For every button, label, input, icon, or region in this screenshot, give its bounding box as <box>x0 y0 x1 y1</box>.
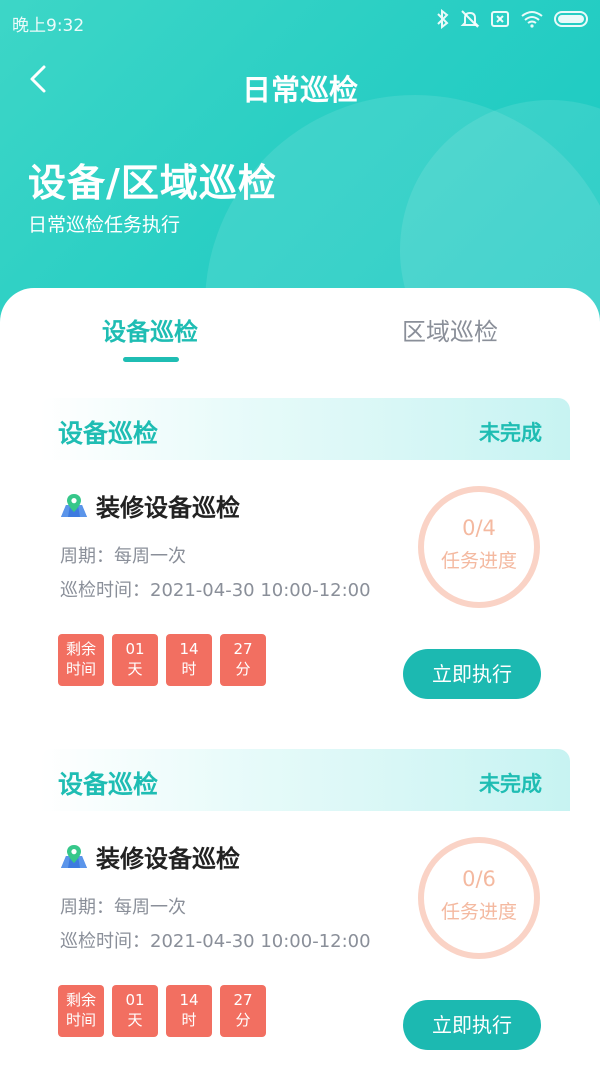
status-time: 晚上9:32 <box>12 16 85 36</box>
countdown-minutes: 27 分 <box>220 634 266 686</box>
battery-icon <box>554 11 588 27</box>
progress-ring: 0/4 任务进度 <box>418 486 540 608</box>
countdown-label: 剩余 时间 <box>58 634 104 686</box>
countdown-minutes-unit: 分 <box>235 1011 251 1029</box>
countdown-label-line1: 剩余 <box>65 991 96 1009</box>
map-pin-icon <box>61 493 87 517</box>
task-name: 装修设备巡检 <box>96 494 240 522</box>
content-panel: 设备巡检 区域巡检 设备巡检 未完成 装修设备巡检 周期：每周一次 巡检时间：2… <box>0 288 600 1067</box>
tab-bar: 设备巡检 区域巡检 <box>0 288 600 368</box>
map-pin-icon <box>61 844 87 868</box>
countdown-label: 剩余 时间 <box>58 985 104 1037</box>
status-bar: 晚上9:32 <box>0 0 600 42</box>
progress-label: 任务进度 <box>440 550 517 572</box>
execute-button[interactable]: 立即执行 <box>403 649 541 699</box>
countdown-hours-value: 14 <box>179 991 199 1009</box>
countdown-hours: 14 时 <box>166 985 212 1037</box>
task-period: 周期：每周一次 <box>60 897 186 918</box>
status-badge: 未完成 <box>479 772 542 796</box>
progress-count: 0/6 <box>462 867 496 891</box>
status-badge: 未完成 <box>479 421 542 445</box>
status-icons <box>436 9 588 29</box>
task-time: 巡检时间：2021-04-30 10:00-12:00 <box>60 931 371 952</box>
task-time: 巡检时间：2021-04-30 10:00-12:00 <box>60 580 371 601</box>
card-header: 设备巡检 未完成 <box>40 398 570 460</box>
inspection-card: 设备巡检 未完成 装修设备巡检 周期：每周一次 巡检时间：2021-04-30 … <box>40 398 570 716</box>
countdown: 剩余 时间 01 天 14 时 27 分 <box>58 985 266 1037</box>
task-title-row: 装修设备巡检 <box>60 839 240 874</box>
countdown-days: 01 天 <box>112 634 158 686</box>
card-header-title: 设备巡检 <box>58 770 159 799</box>
execute-button[interactable]: 立即执行 <box>403 1000 541 1050</box>
tab-device-inspection[interactable]: 设备巡检 <box>50 312 250 347</box>
header-banner: 晚上9:32 日常巡检 设备/区域巡检 日常巡检任务执行 <box>0 0 600 330</box>
countdown-days-unit: 天 <box>127 660 143 678</box>
countdown-hours-unit: 时 <box>181 660 197 678</box>
bluetooth-icon <box>436 9 450 29</box>
countdown-minutes-value: 27 <box>233 991 253 1009</box>
card-header-title: 设备巡检 <box>58 419 159 448</box>
countdown-days: 01 天 <box>112 985 158 1037</box>
tab-active-indicator <box>123 357 179 362</box>
progress-ring: 0/6 任务进度 <box>418 837 540 959</box>
countdown-days-unit: 天 <box>127 1011 143 1029</box>
countdown-minutes: 27 分 <box>220 985 266 1037</box>
nav-bar: 日常巡检 <box>0 55 600 111</box>
countdown-hours-unit: 时 <box>181 1011 197 1029</box>
countdown-hours-value: 14 <box>179 640 199 658</box>
hero-title: 设备/区域巡检 <box>28 161 277 205</box>
page-title: 日常巡检 <box>241 73 358 107</box>
wifi-icon <box>520 10 544 28</box>
card-header: 设备巡检 未完成 <box>40 749 570 811</box>
task-title-row: 装修设备巡检 <box>60 488 240 523</box>
countdown-label-line2: 时间 <box>65 1011 96 1029</box>
countdown: 剩余 时间 01 天 14 时 27 分 <box>58 634 266 686</box>
countdown-label-line1: 剩余 <box>65 640 96 658</box>
sim-icon <box>490 10 510 28</box>
countdown-label-line2: 时间 <box>65 660 96 678</box>
hero-subtitle: 日常巡检任务执行 <box>28 214 181 236</box>
task-name: 装修设备巡检 <box>96 845 240 873</box>
inspection-card: 设备巡检 未完成 装修设备巡检 周期：每周一次 巡检时间：2021-04-30 … <box>40 749 570 1067</box>
countdown-minutes-value: 27 <box>233 640 253 658</box>
tab-area-inspection[interactable]: 区域巡检 <box>350 312 550 347</box>
progress-count: 0/4 <box>462 516 496 540</box>
countdown-minutes-unit: 分 <box>235 660 251 678</box>
task-period: 周期：每周一次 <box>60 546 186 567</box>
mute-icon <box>460 9 480 29</box>
progress-label: 任务进度 <box>440 901 517 923</box>
countdown-days-value: 01 <box>125 640 145 658</box>
countdown-hours: 14 时 <box>166 634 212 686</box>
countdown-days-value: 01 <box>125 991 145 1009</box>
